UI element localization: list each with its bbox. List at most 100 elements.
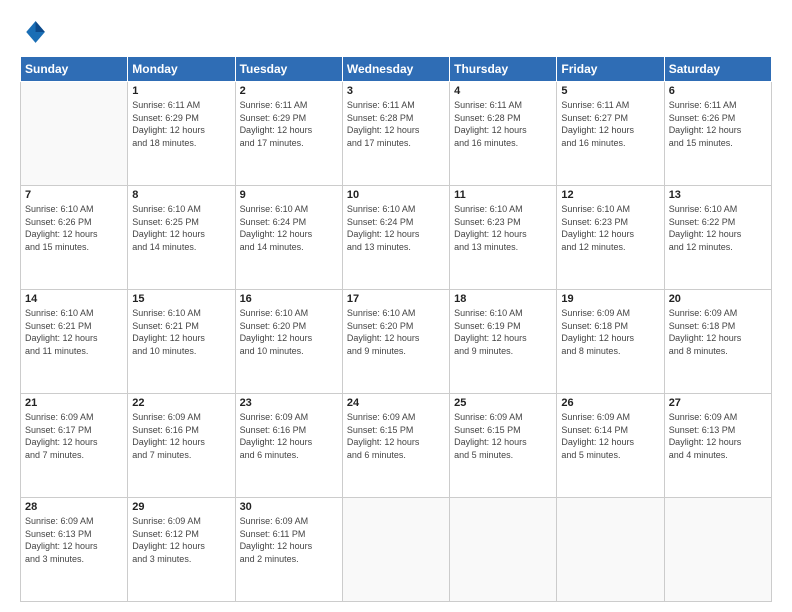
calendar-cell: 16Sunrise: 6:10 AM Sunset: 6:20 PM Dayli… xyxy=(235,290,342,394)
weekday-header-wednesday: Wednesday xyxy=(342,57,449,82)
day-number: 2 xyxy=(240,85,338,97)
day-info: Sunrise: 6:10 AM Sunset: 6:21 PM Dayligh… xyxy=(132,307,230,357)
logo xyxy=(20,18,52,46)
day-info: Sunrise: 6:09 AM Sunset: 6:15 PM Dayligh… xyxy=(454,411,552,461)
day-info: Sunrise: 6:09 AM Sunset: 6:11 PM Dayligh… xyxy=(240,515,338,565)
calendar-cell: 9 Sunrise: 6:10 AM Sunset: 6:24 PM Daylig… xyxy=(235,186,342,290)
day-number: 12 xyxy=(561,189,659,201)
day-info: Sunrise: 6:10 AM Sunset: 6:20 PM Dayligh… xyxy=(240,307,338,357)
day-number: 24 xyxy=(347,397,445,409)
calendar-cell: 19 Sunrise: 6:09 AM Sunset: 6:18 PM Dayli… xyxy=(557,290,664,394)
day-number: 8 xyxy=(132,189,230,201)
day-number: 29 xyxy=(132,501,230,513)
calendar-cell: 8Sunrise: 6:10 AM Sunset: 6:25 PM Daylig… xyxy=(128,186,235,290)
calendar-cell: 29Sunrise: 6:09 AM Sunset: 6:12 PM Dayli… xyxy=(128,498,235,602)
calendar-cell: 17 Sunrise: 6:10 AM Sunset: 6:20 PM Dayli… xyxy=(342,290,449,394)
day-info: Sunrise: 6:09 AM Sunset: 6:14 PM Dayligh… xyxy=(561,411,659,461)
day-number: 11 xyxy=(454,189,552,201)
day-info: Sunrise: 6:10 AM Sunset: 6:24 PM Dayligh… xyxy=(347,203,445,253)
weekday-header-saturday: Saturday xyxy=(664,57,771,82)
calendar-cell xyxy=(664,498,771,602)
week-row-3: 14 Sunrise: 6:10 AM Sunset: 6:21 PM Dayli… xyxy=(21,290,772,394)
page: SundayMondayTuesdayWednesdayThursdayFrid… xyxy=(0,0,792,612)
day-number: 18 xyxy=(454,293,552,305)
day-info: Sunrise: 6:10 AM Sunset: 6:21 PM Dayligh… xyxy=(25,307,123,357)
calendar-cell xyxy=(342,498,449,602)
calendar-cell: 27 Sunrise: 6:09 AM Sunset: 6:13 PM Dayli… xyxy=(664,394,771,498)
day-info: Sunrise: 6:09 AM Sunset: 6:18 PM Dayligh… xyxy=(669,307,767,357)
calendar-cell: 1Sunrise: 6:11 AM Sunset: 6:29 PM Daylig… xyxy=(128,82,235,186)
day-info: Sunrise: 6:09 AM Sunset: 6:18 PM Dayligh… xyxy=(561,307,659,357)
day-info: Sunrise: 6:10 AM Sunset: 6:23 PM Dayligh… xyxy=(561,203,659,253)
day-number: 26 xyxy=(561,397,659,409)
calendar-cell: 26 Sunrise: 6:09 AM Sunset: 6:14 PM Dayli… xyxy=(557,394,664,498)
calendar-cell: 11Sunrise: 6:10 AM Sunset: 6:23 PM Dayli… xyxy=(450,186,557,290)
day-number: 23 xyxy=(240,397,338,409)
day-number: 28 xyxy=(25,501,123,513)
calendar-cell: 25 Sunrise: 6:09 AM Sunset: 6:15 PM Dayli… xyxy=(450,394,557,498)
calendar-cell: 30 Sunrise: 6:09 AM Sunset: 6:11 PM Dayli… xyxy=(235,498,342,602)
day-number: 25 xyxy=(454,397,552,409)
header xyxy=(20,18,772,46)
day-number: 7 xyxy=(25,189,123,201)
day-info: Sunrise: 6:10 AM Sunset: 6:24 PM Dayligh… xyxy=(240,203,338,253)
day-info: Sunrise: 6:09 AM Sunset: 6:16 PM Dayligh… xyxy=(132,411,230,461)
day-number: 17 xyxy=(347,293,445,305)
day-number: 9 xyxy=(240,189,338,201)
calendar-cell: 12 Sunrise: 6:10 AM Sunset: 6:23 PM Dayli… xyxy=(557,186,664,290)
weekday-header-monday: Monday xyxy=(128,57,235,82)
day-number: 15 xyxy=(132,293,230,305)
day-info: Sunrise: 6:09 AM Sunset: 6:13 PM Dayligh… xyxy=(669,411,767,461)
day-number: 19 xyxy=(561,293,659,305)
day-info: Sunrise: 6:10 AM Sunset: 6:22 PM Dayligh… xyxy=(669,203,767,253)
day-info: Sunrise: 6:10 AM Sunset: 6:26 PM Dayligh… xyxy=(25,203,123,253)
day-number: 13 xyxy=(669,189,767,201)
day-info: Sunrise: 6:11 AM Sunset: 6:28 PM Dayligh… xyxy=(347,99,445,149)
calendar-cell: 18 Sunrise: 6:10 AM Sunset: 6:19 PM Dayli… xyxy=(450,290,557,394)
week-row-4: 21 Sunrise: 6:09 AM Sunset: 6:17 PM Dayli… xyxy=(21,394,772,498)
day-number: 14 xyxy=(25,293,123,305)
weekday-header-row: SundayMondayTuesdayWednesdayThursdayFrid… xyxy=(21,57,772,82)
calendar-cell: 10Sunrise: 6:10 AM Sunset: 6:24 PM Dayli… xyxy=(342,186,449,290)
weekday-header-tuesday: Tuesday xyxy=(235,57,342,82)
day-number: 4 xyxy=(454,85,552,97)
calendar-cell: 2 Sunrise: 6:11 AM Sunset: 6:29 PM Daylig… xyxy=(235,82,342,186)
calendar-cell: 13 Sunrise: 6:10 AM Sunset: 6:22 PM Dayli… xyxy=(664,186,771,290)
day-number: 5 xyxy=(561,85,659,97)
calendar-cell: 3 Sunrise: 6:11 AM Sunset: 6:28 PM Daylig… xyxy=(342,82,449,186)
calendar-cell: 5 Sunrise: 6:11 AM Sunset: 6:27 PM Daylig… xyxy=(557,82,664,186)
calendar-cell: 20 Sunrise: 6:09 AM Sunset: 6:18 PM Dayli… xyxy=(664,290,771,394)
day-info: Sunrise: 6:10 AM Sunset: 6:19 PM Dayligh… xyxy=(454,307,552,357)
calendar-cell: 22 Sunrise: 6:09 AM Sunset: 6:16 PM Dayli… xyxy=(128,394,235,498)
day-info: Sunrise: 6:11 AM Sunset: 6:27 PM Dayligh… xyxy=(561,99,659,149)
calendar-body: 1Sunrise: 6:11 AM Sunset: 6:29 PM Daylig… xyxy=(21,82,772,602)
calendar-cell: 28 Sunrise: 6:09 AM Sunset: 6:13 PM Dayli… xyxy=(21,498,128,602)
day-info: Sunrise: 6:09 AM Sunset: 6:17 PM Dayligh… xyxy=(25,411,123,461)
calendar-cell: 24Sunrise: 6:09 AM Sunset: 6:15 PM Dayli… xyxy=(342,394,449,498)
week-row-1: 1Sunrise: 6:11 AM Sunset: 6:29 PM Daylig… xyxy=(21,82,772,186)
day-info: Sunrise: 6:09 AM Sunset: 6:13 PM Dayligh… xyxy=(25,515,123,565)
day-info: Sunrise: 6:11 AM Sunset: 6:28 PM Dayligh… xyxy=(454,99,552,149)
calendar-cell: 7 Sunrise: 6:10 AM Sunset: 6:26 PM Daylig… xyxy=(21,186,128,290)
weekday-header-sunday: Sunday xyxy=(21,57,128,82)
calendar-cell xyxy=(450,498,557,602)
day-info: Sunrise: 6:11 AM Sunset: 6:29 PM Dayligh… xyxy=(132,99,230,149)
day-number: 22 xyxy=(132,397,230,409)
day-number: 30 xyxy=(240,501,338,513)
week-row-2: 7 Sunrise: 6:10 AM Sunset: 6:26 PM Daylig… xyxy=(21,186,772,290)
day-info: Sunrise: 6:09 AM Sunset: 6:16 PM Dayligh… xyxy=(240,411,338,461)
week-row-5: 28 Sunrise: 6:09 AM Sunset: 6:13 PM Dayli… xyxy=(21,498,772,602)
day-number: 21 xyxy=(25,397,123,409)
weekday-header-friday: Friday xyxy=(557,57,664,82)
weekday-header-thursday: Thursday xyxy=(450,57,557,82)
calendar-cell: 21 Sunrise: 6:09 AM Sunset: 6:17 PM Dayli… xyxy=(21,394,128,498)
day-number: 20 xyxy=(669,293,767,305)
calendar-cell: 15 Sunrise: 6:10 AM Sunset: 6:21 PM Dayli… xyxy=(128,290,235,394)
day-number: 3 xyxy=(347,85,445,97)
day-info: Sunrise: 6:11 AM Sunset: 6:29 PM Dayligh… xyxy=(240,99,338,149)
day-number: 27 xyxy=(669,397,767,409)
day-info: Sunrise: 6:10 AM Sunset: 6:20 PM Dayligh… xyxy=(347,307,445,357)
calendar-cell: 23 Sunrise: 6:09 AM Sunset: 6:16 PM Dayli… xyxy=(235,394,342,498)
day-info: Sunrise: 6:11 AM Sunset: 6:26 PM Dayligh… xyxy=(669,99,767,149)
calendar-header: SundayMondayTuesdayWednesdayThursdayFrid… xyxy=(21,57,772,82)
